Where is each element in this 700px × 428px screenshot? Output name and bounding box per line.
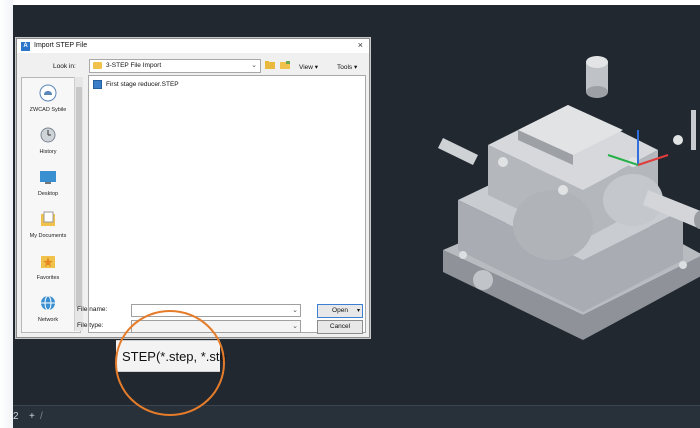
file-name-label: File name: [77, 306, 108, 313]
place-my-documents[interactable]: My Documents [22, 210, 74, 239]
cloud-icon [39, 84, 57, 102]
import-step-dialog: A Import STEP File × Look in: 3-STEP Fil… [16, 38, 370, 338]
magnifier-highlight-circle [115, 310, 225, 416]
place-label: Desktop [37, 191, 59, 197]
place-network[interactable]: Network [22, 294, 74, 323]
dialog-title: Import STEP File [34, 42, 88, 49]
zwcad-app-icon: A [21, 42, 30, 51]
layout-tab-bar: 2 + / [13, 405, 700, 428]
tab-separator: / [40, 411, 43, 422]
step-file-icon [93, 80, 102, 89]
tools-menu[interactable]: Tools ▾ [337, 63, 357, 71]
look-in-label: Look in: [53, 63, 76, 70]
place-label: Favorites [36, 275, 60, 281]
place-desktop[interactable]: Desktop [22, 168, 74, 197]
favorites-icon [41, 256, 55, 268]
place-label: History [39, 149, 57, 155]
history-icon [40, 127, 56, 143]
places-bar: ZWCAD Sybile History Desktop My Document… [21, 77, 81, 333]
file-name-text: First stage reducer.STEP [106, 81, 179, 88]
chevron-down-icon: ⌄ [251, 62, 257, 69]
dialog-titlebar: A Import STEP File × [17, 39, 369, 53]
tab-number[interactable]: 2 [13, 411, 19, 422]
place-zwcad-sybile[interactable]: ZWCAD Sybile [22, 84, 74, 113]
documents-icon [41, 211, 55, 226]
places-scrollbar[interactable] [74, 77, 83, 331]
place-label: Network [37, 317, 59, 323]
place-label: ZWCAD Sybile [29, 107, 67, 113]
add-layout-icon[interactable]: + [29, 411, 35, 422]
desktop-icon [40, 171, 56, 184]
left-edge-strip [0, 0, 13, 428]
chevron-down-icon: ⌄ [292, 307, 298, 314]
up-folder-icon[interactable] [265, 61, 275, 69]
view-menu[interactable]: View ▾ [299, 63, 318, 71]
look-in-value: 3-STEP File Import [106, 62, 162, 69]
gear-reducer-model [438, 56, 700, 340]
open-button[interactable]: Open ▾ [317, 304, 363, 318]
cancel-button[interactable]: Cancel [317, 320, 363, 334]
file-type-label: File type: [77, 322, 104, 329]
place-label: My Documents [29, 233, 67, 239]
folder-icon [93, 62, 102, 69]
close-icon[interactable]: × [358, 41, 363, 50]
scrollbar-thumb[interactable] [76, 87, 82, 307]
look-in-dropdown[interactable]: 3-STEP File Import ⌄ [89, 59, 261, 73]
place-history[interactable]: History [22, 126, 74, 155]
file-list[interactable]: First stage reducer.STEP [88, 75, 366, 333]
chevron-down-icon[interactable]: ▾ [357, 305, 360, 317]
open-button-label: Open [332, 307, 348, 314]
network-icon [41, 295, 55, 311]
new-folder-icon[interactable] [280, 61, 290, 69]
chevron-down-icon: ⌄ [292, 323, 298, 330]
place-favorites[interactable]: Favorites [22, 252, 74, 281]
